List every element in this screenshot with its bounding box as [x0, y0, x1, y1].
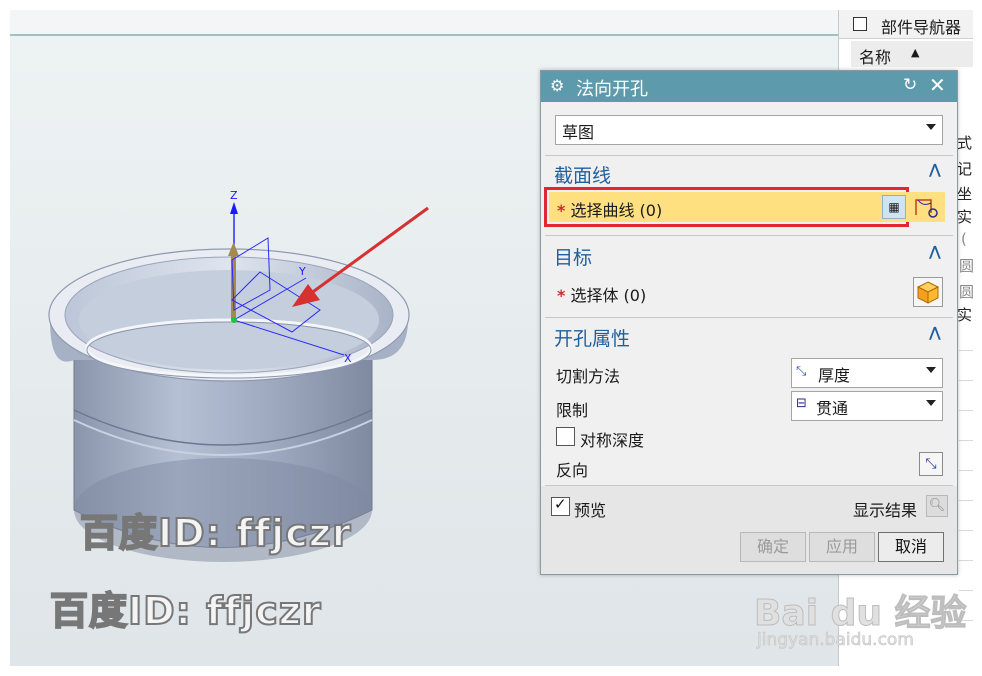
navigator-column-header[interactable]: 名称 ▲: [851, 41, 973, 67]
select-body-label[interactable]: * 选择体 (0): [557, 282, 646, 306]
nav-divider: [959, 410, 973, 411]
symmetric-depth-label: 对称深度: [580, 431, 645, 450]
show-result-label: 显示结果: [853, 501, 918, 520]
nav-row-fragment[interactable]: 式: [957, 132, 972, 153]
nav-divider: [959, 350, 973, 351]
baidu-logo: Bai du 经验: [754, 593, 968, 635]
sketch-section-icon[interactable]: ▦: [882, 195, 906, 219]
limit-value: 贯通: [816, 399, 849, 418]
cut-method-value: 厚度: [818, 366, 851, 385]
magnifier-icon[interactable]: 🔍︎: [926, 495, 948, 517]
nav-row-fragment[interactable]: 圆: [959, 255, 974, 276]
reverse-direction-icon[interactable]: ⤡: [919, 452, 943, 476]
chevron-down-icon: [926, 124, 936, 130]
limit-dropdown[interactable]: ⊟ 贯通: [791, 391, 943, 421]
navigator-checkbox[interactable]: [853, 17, 867, 31]
divider: [545, 235, 953, 236]
nav-row-fragment[interactable]: 坐: [957, 183, 972, 204]
nav-divider: [959, 500, 973, 501]
dialog-title-bar[interactable]: ⚙ 法向开孔 ↻ ✕: [541, 71, 957, 102]
nav-row-fragment[interactable]: 实: [957, 206, 972, 227]
section-target-title[interactable]: 目标: [554, 243, 592, 270]
nav-divider: [959, 530, 973, 531]
preview-label: 预览: [574, 501, 607, 520]
limit-label: 限制: [556, 401, 589, 420]
cube-icon: [916, 281, 940, 304]
nav-row-fragment[interactable]: (: [961, 230, 967, 248]
navigator-header: 部件导航器: [839, 10, 973, 39]
thickness-icon: ⤡: [796, 364, 807, 379]
divider: [545, 155, 953, 156]
reset-icon[interactable]: ↻: [903, 75, 917, 95]
collapse-up-icon[interactable]: ⋀: [929, 162, 941, 178]
nav-divider: [959, 470, 973, 471]
curve-select-icon[interactable]: [913, 195, 941, 219]
through-all-icon: ⊟: [796, 396, 807, 411]
watermark-text-2: 百度ID: ffjczr: [49, 588, 322, 634]
dialog-title: 法向开孔: [576, 79, 648, 100]
nav-divider: [959, 380, 973, 381]
gear-icon[interactable]: ⚙: [550, 76, 564, 95]
reverse-label: 反向: [556, 461, 589, 480]
nav-row-fragment[interactable]: 实: [957, 304, 972, 325]
nav-row-fragment[interactable]: 记: [957, 158, 972, 179]
select-curve-row[interactable]: * 选择曲线 (0) ▦: [549, 192, 945, 222]
chevron-down-icon: [926, 400, 936, 406]
cut-method-label: 切割方法: [556, 367, 621, 386]
section-curve-title[interactable]: 截面线: [554, 161, 611, 188]
type-dropdown[interactable]: 草图: [555, 115, 943, 145]
chevron-down-icon: [926, 367, 936, 373]
navigator-title: 部件导航器: [881, 18, 962, 37]
required-star-icon: *: [557, 286, 566, 305]
apply-button[interactable]: 应用: [809, 532, 875, 562]
select-curve-label: * 选择曲线 (0): [557, 201, 663, 220]
preview-checkbox[interactable]: ✓: [551, 495, 570, 516]
section-props-title[interactable]: 开孔属性: [554, 324, 630, 351]
close-icon[interactable]: ✕: [929, 73, 946, 97]
symmetric-depth-checkbox[interactable]: [556, 427, 575, 446]
normal-cutout-dialog: ⚙ 法向开孔 ↻ ✕ 草图 截面线 ⋀ * 选择曲线 (0) ▦ 目标 ⋀ * …: [540, 70, 958, 575]
column-name-label: 名称: [859, 48, 892, 67]
nav-row-fragment[interactable]: 圆: [959, 281, 974, 302]
axis-y-label: Y: [298, 265, 306, 278]
axis-z-label: Z: [230, 189, 238, 202]
collapse-up-icon[interactable]: ⋀: [929, 244, 941, 260]
ok-button[interactable]: 确定: [740, 532, 806, 562]
type-dropdown-value: 草图: [562, 123, 595, 142]
divider: [545, 317, 953, 318]
required-star-icon: *: [557, 201, 566, 220]
baidu-url: jingyan.baidu.com: [757, 630, 914, 651]
cut-method-dropdown[interactable]: ⤡ 厚度: [791, 358, 943, 388]
body-select-button[interactable]: [913, 277, 943, 307]
collapse-up-icon[interactable]: ⋀: [929, 325, 941, 341]
watermark-text-1: 百度ID: ffjczr: [79, 510, 352, 556]
nav-divider: [959, 440, 973, 441]
cancel-button[interactable]: 取消: [878, 532, 944, 562]
nav-divider: [959, 560, 973, 561]
axis-x-label: X: [344, 352, 352, 365]
sort-up-icon[interactable]: ▲: [911, 46, 919, 59]
